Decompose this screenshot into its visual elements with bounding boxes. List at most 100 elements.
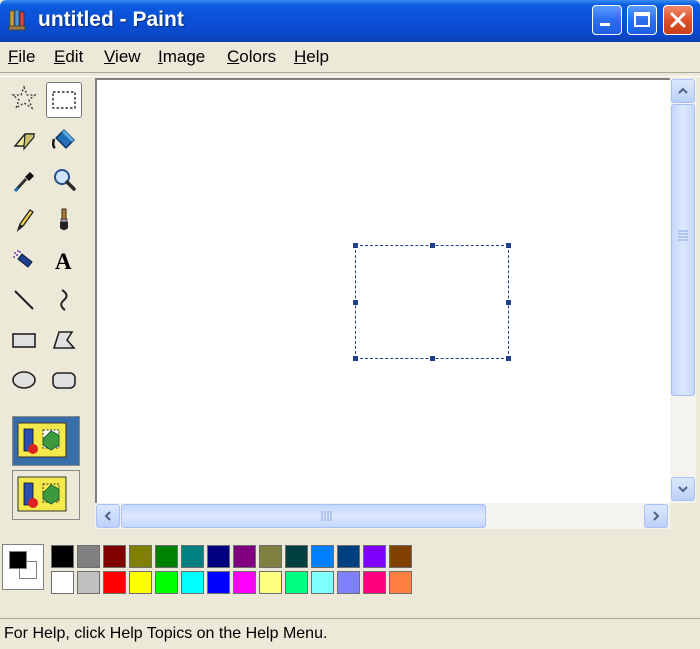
curve-icon <box>60 289 68 311</box>
brush-icon <box>60 208 68 230</box>
color-swatch[interactable] <box>103 545 126 568</box>
tool-pick-color[interactable] <box>6 162 42 198</box>
selection-handle-top[interactable] <box>430 243 435 248</box>
menu-view[interactable]: View <box>104 47 141 67</box>
menu-image[interactable]: Image <box>158 47 205 67</box>
pencil-icon <box>16 209 34 232</box>
tool-eraser[interactable] <box>6 122 42 158</box>
menu-file[interactable]: File <box>8 47 35 67</box>
close-icon <box>670 12 686 28</box>
color-swatch[interactable] <box>207 545 230 568</box>
selection-handle-bottom[interactable] <box>430 356 435 361</box>
color-swatch[interactable] <box>51 545 74 568</box>
color-swatch[interactable] <box>207 571 230 594</box>
color-swatch[interactable] <box>337 545 360 568</box>
color-swatch[interactable] <box>181 545 204 568</box>
color-swatch[interactable] <box>285 545 308 568</box>
color-swatch[interactable] <box>51 571 74 594</box>
current-colors[interactable] <box>2 544 44 590</box>
tool-ellipse[interactable] <box>6 362 42 398</box>
selection-handle-bottom-right[interactable] <box>506 356 511 361</box>
tool-polygon[interactable] <box>46 322 82 358</box>
chevron-down-icon <box>678 486 688 493</box>
close-button[interactable] <box>663 5 693 35</box>
tool-airbrush[interactable] <box>6 242 42 278</box>
foreground-color-swatch <box>9 551 27 569</box>
selection-handle-left[interactable] <box>353 300 358 305</box>
color-swatch[interactable] <box>259 571 282 594</box>
color-swatch[interactable] <box>155 571 178 594</box>
maximize-icon <box>634 12 650 27</box>
color-swatch[interactable] <box>77 545 100 568</box>
selection-handle-top-left[interactable] <box>353 243 358 248</box>
scrollbar-corner <box>670 503 696 529</box>
menu-edit[interactable]: Edit <box>54 47 83 67</box>
status-bar: For Help, click Help Topics on the Help … <box>0 618 700 649</box>
tool-fill[interactable] <box>46 122 82 158</box>
tool-brush[interactable] <box>46 202 82 238</box>
color-swatch[interactable] <box>363 545 386 568</box>
tool-rectangle[interactable] <box>6 322 42 358</box>
color-swatch[interactable] <box>129 571 152 594</box>
drawing-canvas[interactable] <box>95 78 670 503</box>
color-swatch[interactable] <box>363 571 386 594</box>
selection-handle-bottom-left[interactable] <box>353 356 358 361</box>
window-title: untitled - Paint <box>38 8 184 31</box>
color-swatch[interactable] <box>129 545 152 568</box>
rectangle-icon <box>12 333 36 348</box>
menu-help[interactable]: Help <box>294 47 329 67</box>
color-swatch[interactable] <box>259 545 282 568</box>
title-bar[interactable]: untitled - Paint <box>0 0 700 42</box>
grip-icon <box>321 511 332 521</box>
color-swatch[interactable] <box>389 571 412 594</box>
ellipse-icon <box>12 371 36 389</box>
color-swatch[interactable] <box>389 545 412 568</box>
status-text: For Help, click Help Topics on the Help … <box>4 625 328 642</box>
tool-text[interactable]: A <box>46 242 82 278</box>
vertical-scrollbar[interactable] <box>670 78 696 503</box>
tool-pencil[interactable] <box>6 202 42 238</box>
minimize-icon <box>600 23 610 26</box>
scroll-up-button[interactable] <box>671 79 695 103</box>
tool-rounded-rectangle[interactable] <box>46 362 82 398</box>
minimize-button[interactable] <box>592 5 622 35</box>
menu-colors[interactable]: Colors <box>227 47 276 67</box>
scroll-right-button[interactable] <box>644 504 668 528</box>
color-swatch[interactable] <box>103 571 126 594</box>
selection-rectangle[interactable] <box>355 245 509 359</box>
opaque-selection-icon <box>17 422 67 458</box>
tool-magnifier[interactable] <box>46 162 82 198</box>
tool-box: A <box>4 78 88 522</box>
color-swatch[interactable] <box>181 571 204 594</box>
opaque-selection-option[interactable] <box>12 416 80 466</box>
vertical-scroll-thumb[interactable] <box>671 104 695 396</box>
color-swatch[interactable] <box>337 571 360 594</box>
color-swatch[interactable] <box>233 571 256 594</box>
tool-select[interactable] <box>46 82 82 118</box>
rectangle-select-icon <box>52 91 76 109</box>
color-swatch[interactable] <box>311 545 334 568</box>
scroll-down-button[interactable] <box>671 477 695 501</box>
polygon-icon <box>52 331 76 349</box>
chevron-right-icon <box>653 511 660 521</box>
horizontal-scrollbar[interactable] <box>95 503 670 529</box>
scroll-left-button[interactable] <box>96 504 120 528</box>
color-swatch[interactable] <box>233 545 256 568</box>
free-form-select-icon <box>11 85 37 110</box>
chevron-left-icon <box>104 511 111 521</box>
menu-bar: File Edit View Image Colors Help <box>0 42 700 72</box>
tool-free-form-select[interactable] <box>6 80 42 116</box>
color-swatch[interactable] <box>155 545 178 568</box>
horizontal-scroll-thumb[interactable] <box>121 504 486 528</box>
maximize-button[interactable] <box>627 5 657 35</box>
selection-handle-right[interactable] <box>506 300 511 305</box>
color-swatch[interactable] <box>285 571 308 594</box>
color-swatch[interactable] <box>77 571 100 594</box>
selection-handle-top-right[interactable] <box>506 243 511 248</box>
color-swatch[interactable] <box>311 571 334 594</box>
transparent-selection-option[interactable] <box>12 470 80 520</box>
magnifier-icon <box>54 169 76 191</box>
tool-line[interactable] <box>6 282 42 318</box>
tool-curve[interactable] <box>46 282 82 318</box>
menu-separator <box>0 72 700 77</box>
